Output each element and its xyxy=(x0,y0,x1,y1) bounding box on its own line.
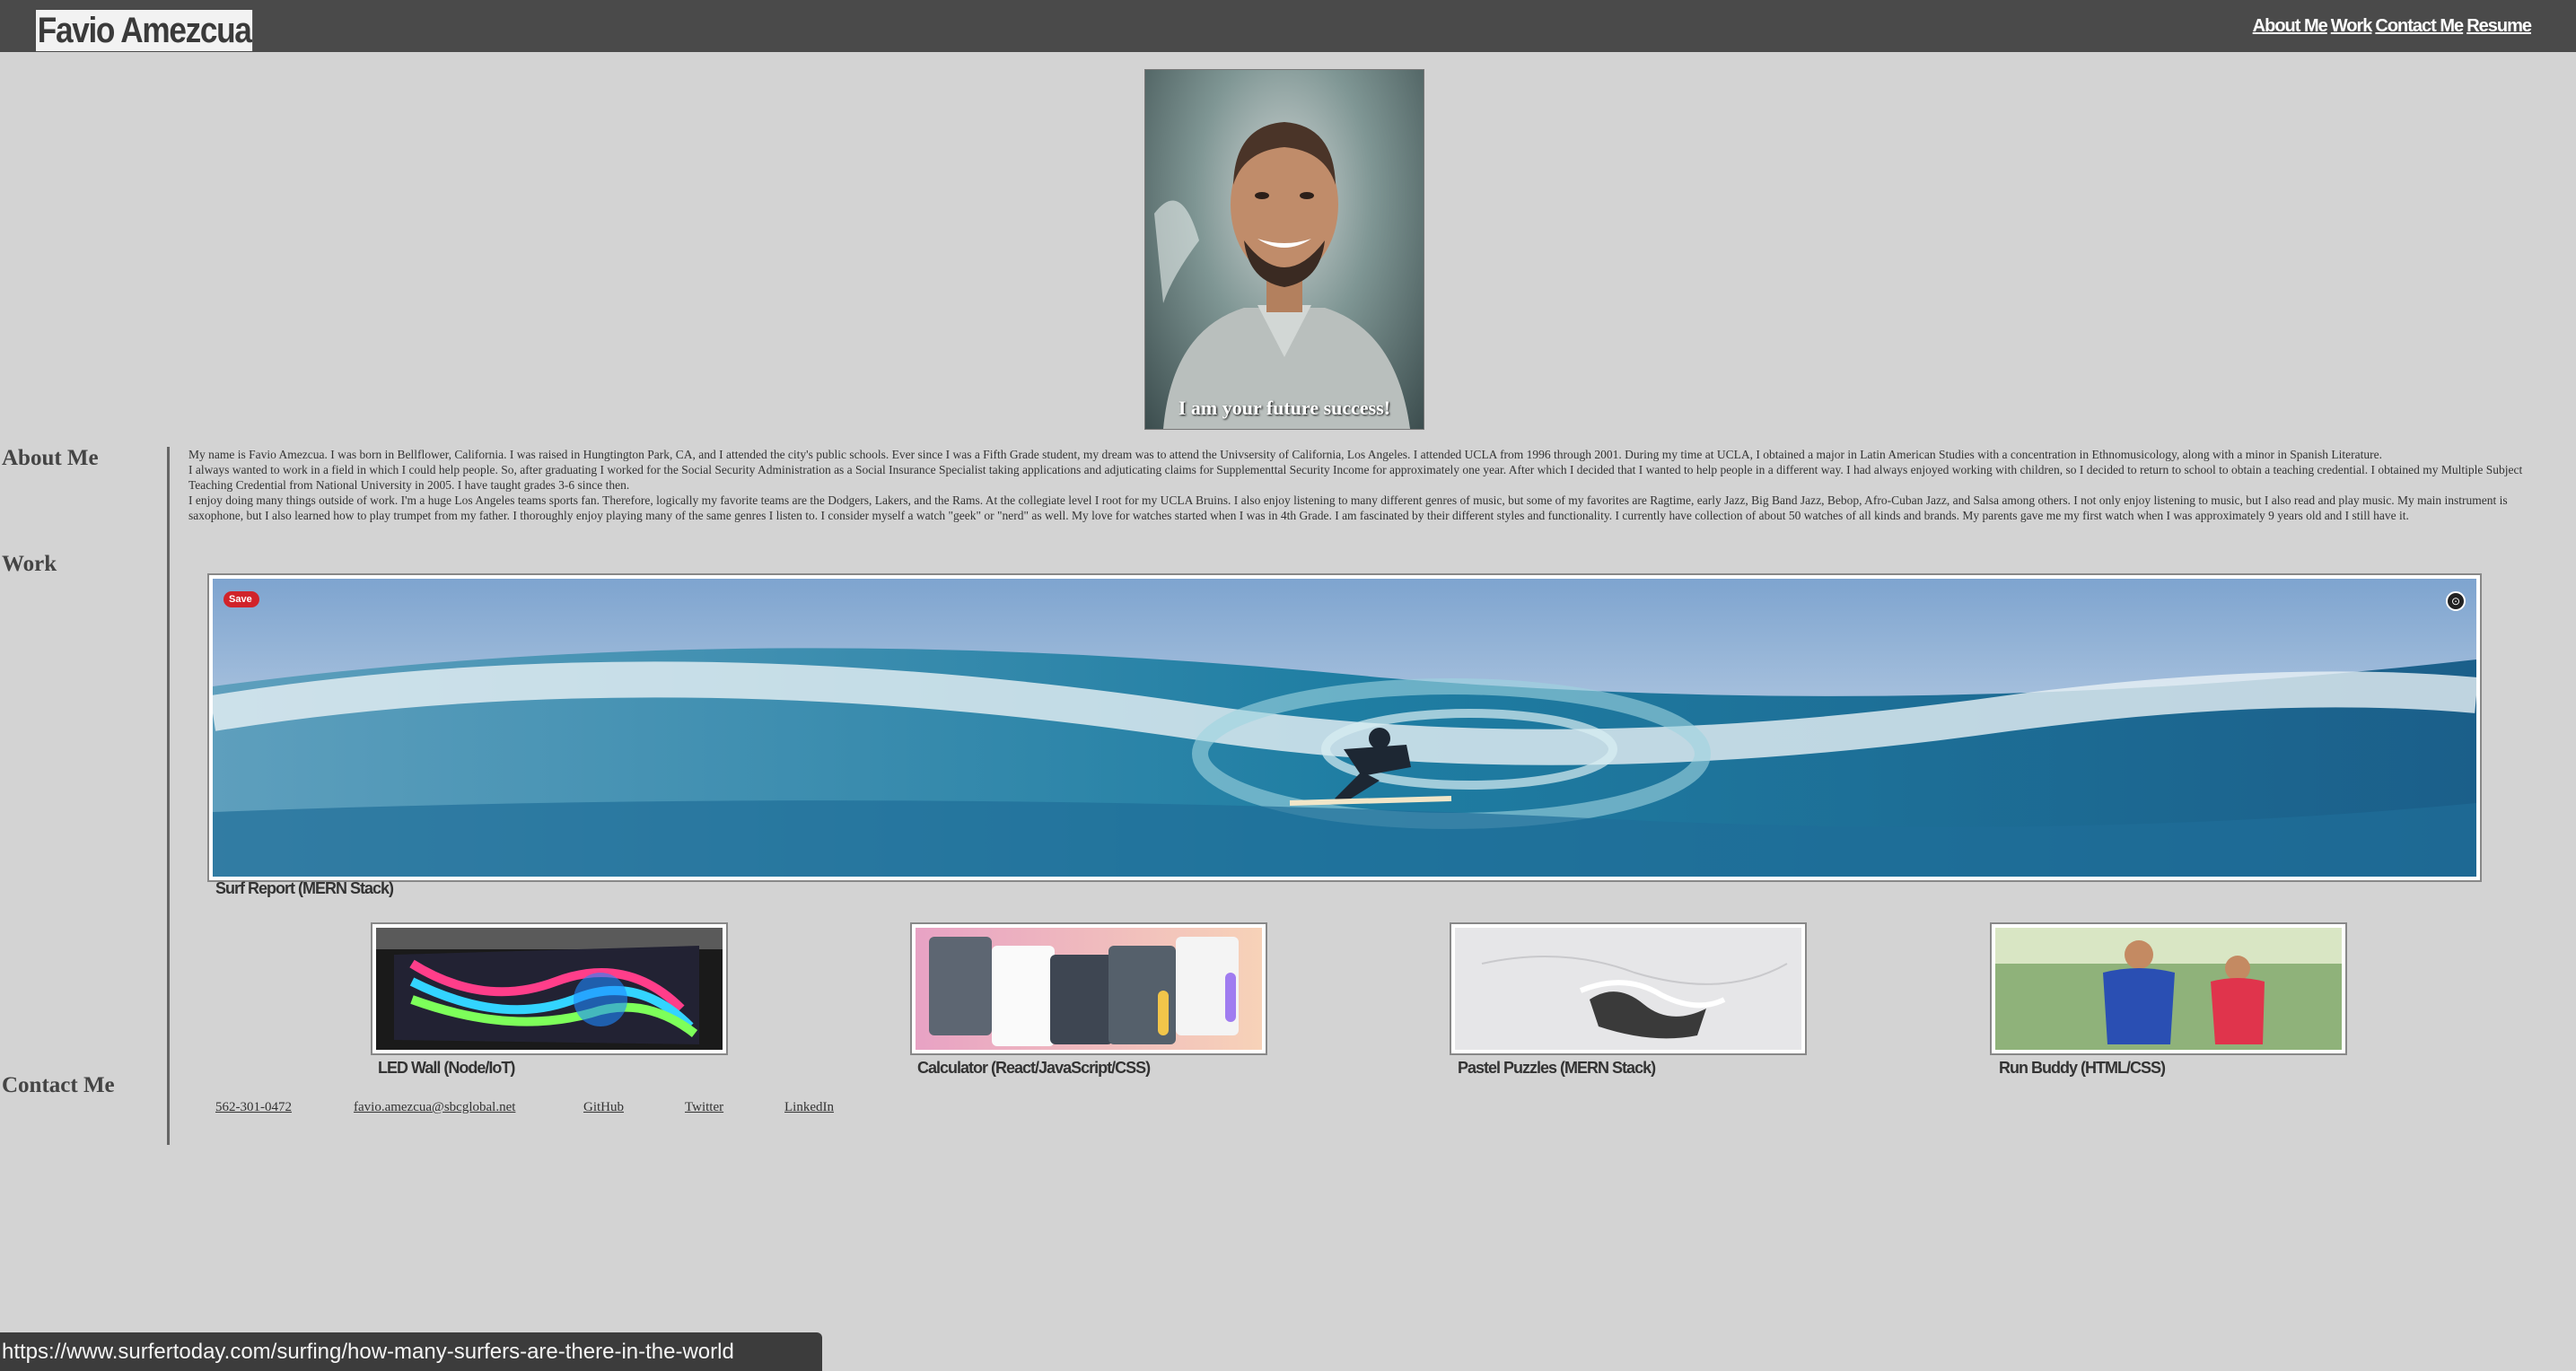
site-brand: Favio Amezcua xyxy=(36,10,253,51)
calculator-image xyxy=(916,928,1262,1050)
project-title-pastel-puzzles[interactable]: Pastel Puzzles (MERN Stack) xyxy=(1458,1059,1656,1078)
contact-twitter-link[interactable]: Twitter xyxy=(685,1100,723,1115)
contact-phone-link[interactable]: 562-301-0472 xyxy=(215,1100,292,1115)
project-thumb-led-wall[interactable] xyxy=(371,922,728,1055)
profile-portrait: I am your future success! xyxy=(1144,69,1424,430)
contact-heading: Contact Me xyxy=(2,1073,115,1097)
nav-resume[interactable]: Resume xyxy=(2466,16,2532,37)
runners-image xyxy=(1995,928,2342,1050)
project-title-calculator[interactable]: Calculator (React/JavaScript/CSS) xyxy=(917,1059,1151,1078)
about-heading: About Me xyxy=(2,446,99,470)
featured-project-image[interactable]: Save ⊙ xyxy=(207,573,2482,882)
about-paragraph: I enjoy doing many things outside of wor… xyxy=(188,493,2508,522)
nav-contact-me[interactable]: Contact Me xyxy=(2375,16,2464,37)
pinterest-save-button[interactable]: Save xyxy=(223,591,259,607)
project-thumb-pastel-puzzles[interactable] xyxy=(1450,922,1807,1055)
main-nav: About Me Work Contact Me Resume xyxy=(2253,16,2532,37)
contact-email-link[interactable]: favio.amezcua@sbcglobal.net xyxy=(354,1100,515,1115)
lens-icon[interactable]: ⊙ xyxy=(2446,591,2466,611)
link-status-bar: https://www.surfertoday.com/surfing/how-… xyxy=(0,1332,822,1371)
puzzle-image xyxy=(1455,928,1801,1050)
about-paragraph: I always wanted to work in a field in wh… xyxy=(188,463,2523,492)
project-thumb-run-buddy[interactable] xyxy=(1990,922,2347,1055)
about-paragraph: My name is Favio Amezcua. I was born in … xyxy=(188,448,2383,461)
contact-linkedin-link[interactable]: LinkedIn xyxy=(784,1100,834,1115)
portrait-caption: I am your future success! xyxy=(1178,397,1391,419)
nav-about-me[interactable]: About Me xyxy=(2253,16,2328,37)
surf-wave-image xyxy=(213,579,2476,877)
portrait-image xyxy=(1154,122,1410,429)
led-wall-image xyxy=(376,928,723,1050)
about-text: My name is Favio Amezcua. I was born in … xyxy=(188,447,2531,523)
contact-github-link[interactable]: GitHub xyxy=(583,1100,624,1115)
work-heading: Work xyxy=(2,552,57,576)
project-title-led-wall[interactable]: LED Wall (Node/IoT) xyxy=(378,1059,515,1078)
project-thumb-calculator[interactable] xyxy=(910,922,1267,1055)
site-header: Favio Amezcua About Me Work Contact Me R… xyxy=(0,0,2576,52)
project-title-run-buddy[interactable]: Run Buddy (HTML/CSS) xyxy=(1999,1059,2166,1078)
featured-project-title[interactable]: Surf Report (MERN Stack) xyxy=(215,879,394,898)
nav-work[interactable]: Work xyxy=(2331,16,2373,37)
section-divider xyxy=(167,447,170,1145)
